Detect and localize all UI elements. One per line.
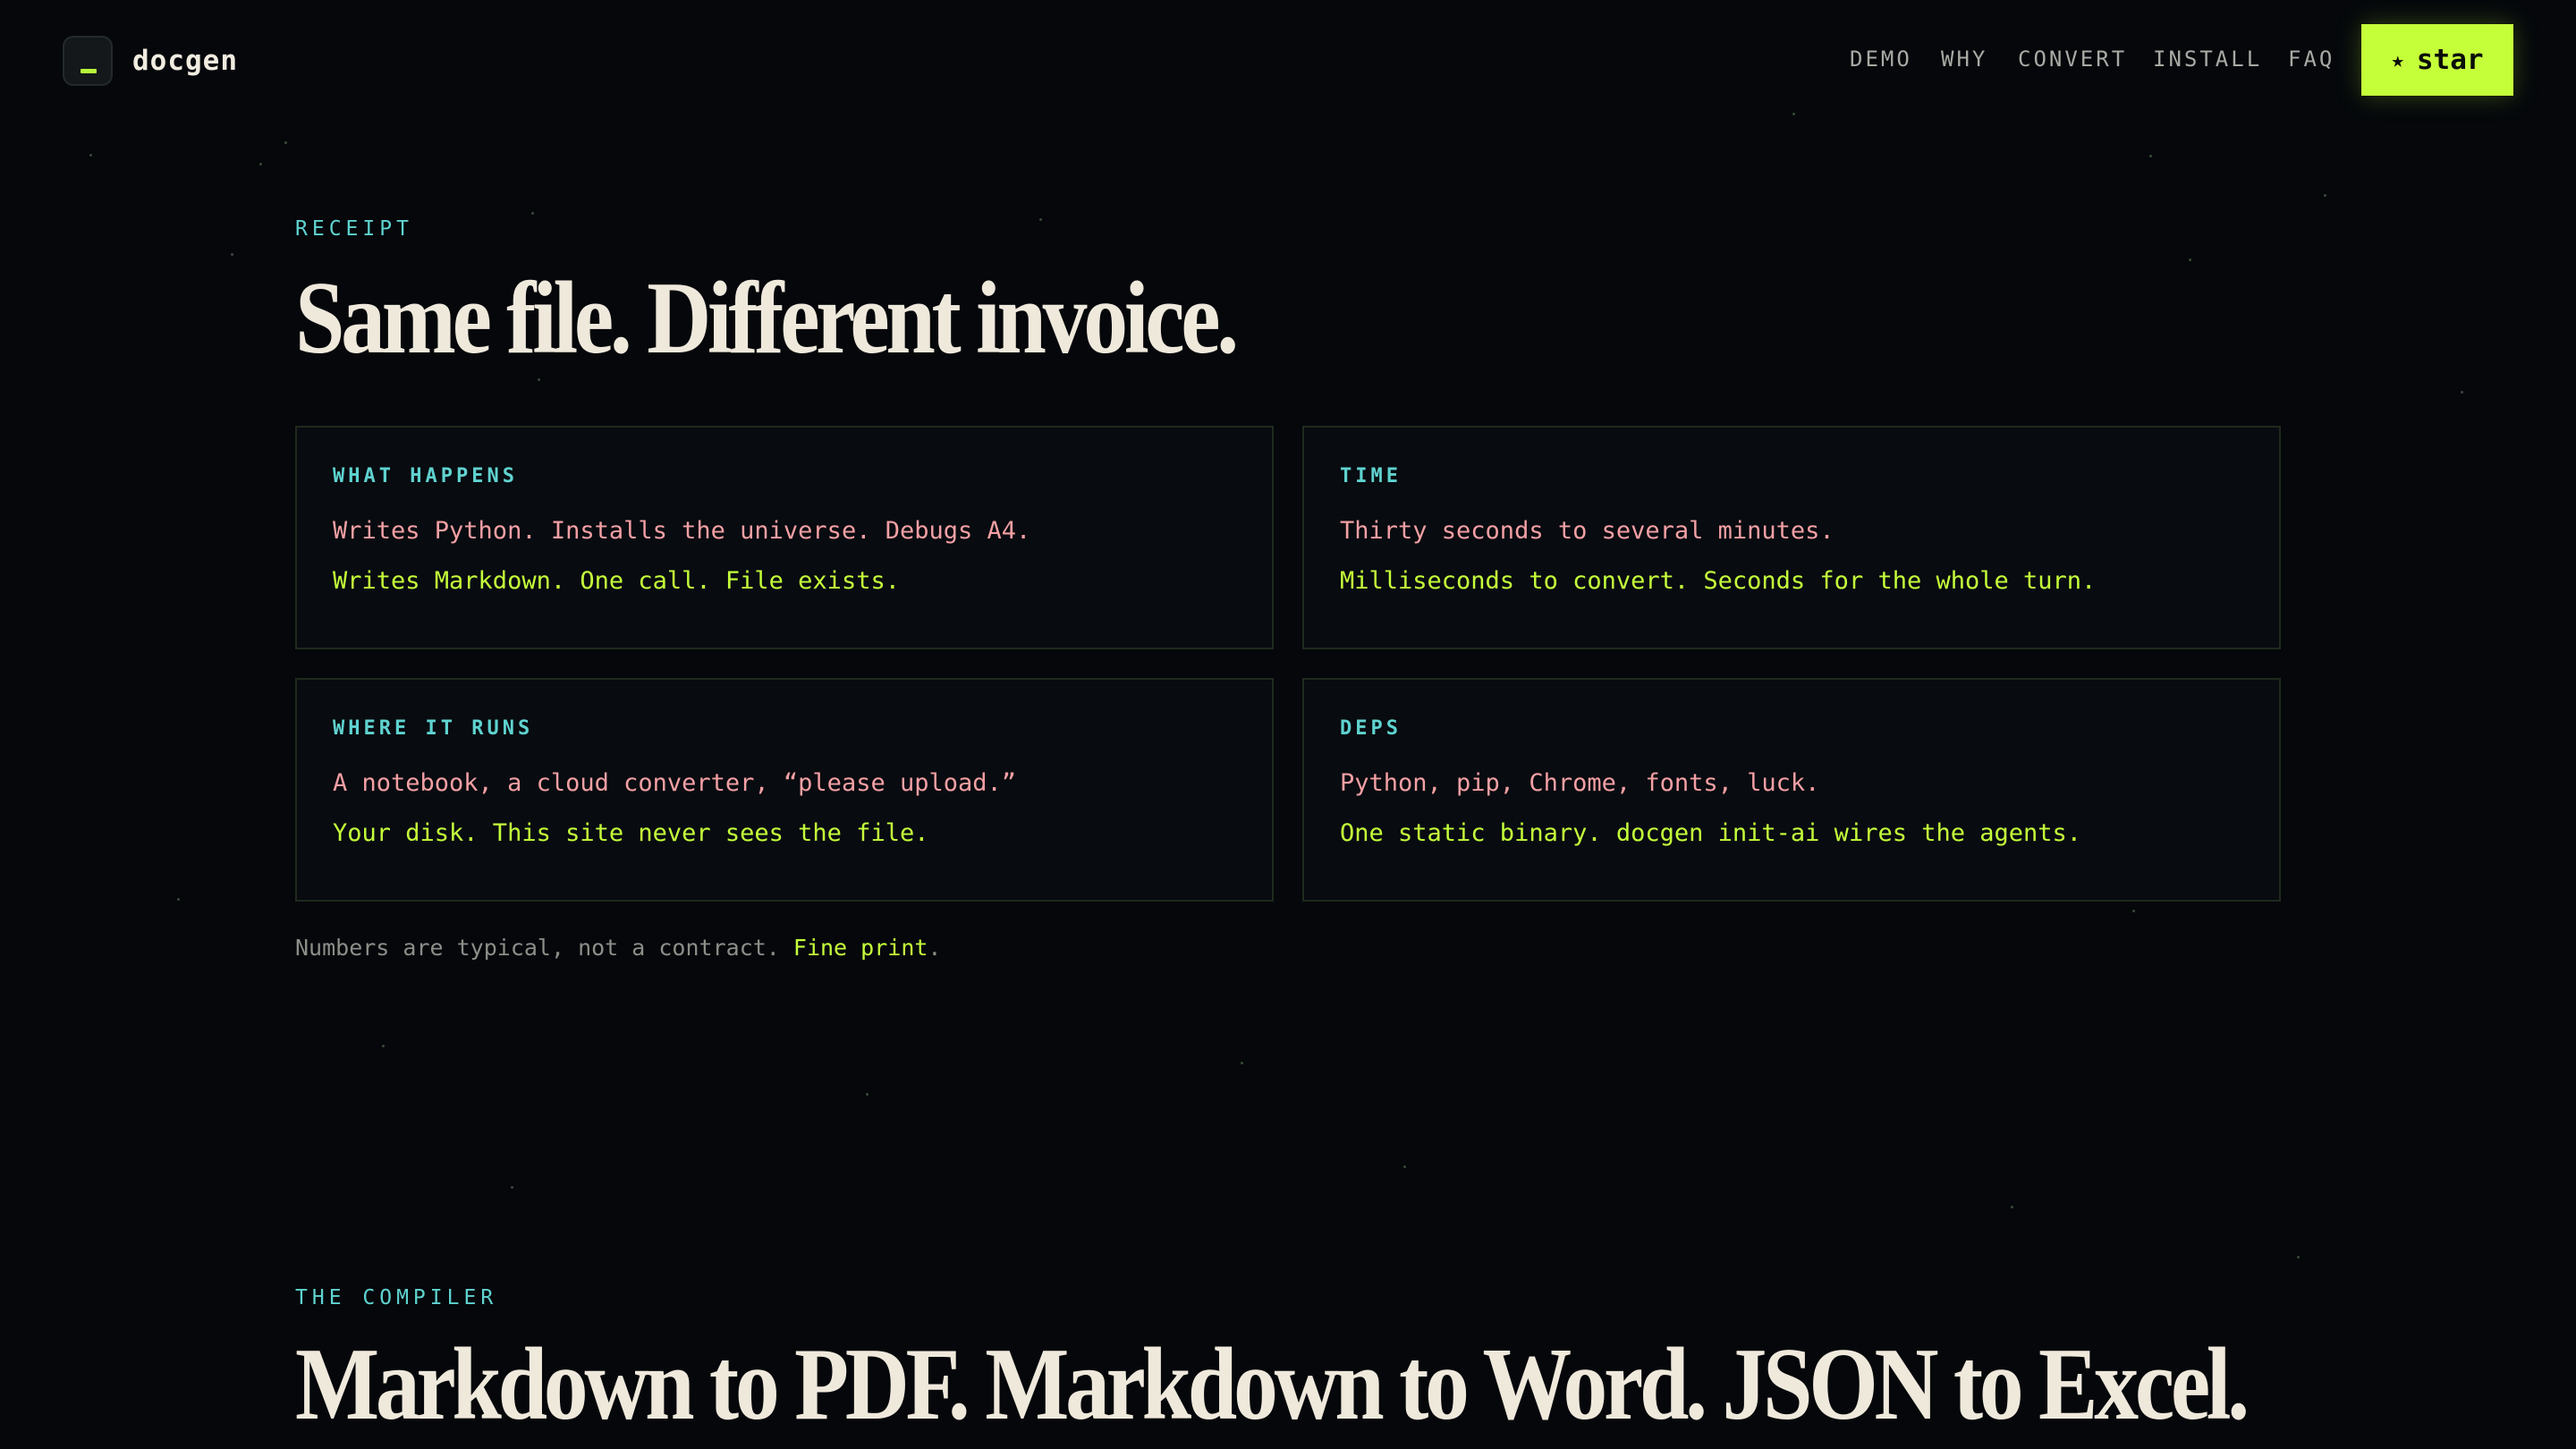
card-new-text: Your disk. This site never sees the file… xyxy=(333,819,929,847)
brand-logo[interactable]: docgen xyxy=(63,36,238,86)
compiler-title: Markdown to PDF. Markdown to Word. JSON … xyxy=(295,1327,2250,1442)
fine-print-link[interactable]: Fine print xyxy=(793,935,928,961)
star-button[interactable]: ★ star xyxy=(2361,24,2513,96)
fineprint-end: . xyxy=(928,935,942,961)
receipt-eyebrow: RECEIPT xyxy=(295,217,413,241)
fineprint-note: Numbers are typical, not a contract. Fin… xyxy=(295,935,941,961)
compiler-eyebrow: THE COMPILER xyxy=(295,1286,498,1309)
star-button-label: star xyxy=(2416,44,2484,76)
card-old-text: A notebook, a cloud converter, “please u… xyxy=(333,769,1017,797)
nav-link-why[interactable]: WHY xyxy=(1941,47,1987,72)
nav-link-convert[interactable]: CONVERT xyxy=(2018,47,2127,72)
card-label: WHERE IT RUNS xyxy=(333,717,534,740)
card-old-text: Writes Python. Installs the universe. De… xyxy=(333,517,1031,545)
nav-link-demo[interactable]: DEMO xyxy=(1850,47,1912,72)
terminal-cursor-icon xyxy=(63,36,113,86)
star-icon: ★ xyxy=(2391,47,2404,72)
card-what-happens: WHAT HAPPENS Writes Python. Installs the… xyxy=(295,426,1274,649)
card-old-text: Thirty seconds to several minutes. xyxy=(1340,517,1835,545)
receipt-title: Same file. Different invoice. xyxy=(295,261,1239,376)
card-time: TIME Thirty seconds to several minutes. … xyxy=(1302,426,2281,649)
card-label: WHAT HAPPENS xyxy=(333,465,518,487)
brand-name: docgen xyxy=(132,45,238,77)
nav-link-faq[interactable]: FAQ xyxy=(2288,47,2334,72)
card-new-text: Milliseconds to convert. Seconds for the… xyxy=(1340,567,2097,595)
card-label: TIME xyxy=(1340,465,1402,487)
top-nav: docgen DEMO WHY CONVERT INSTALL FAQ ★ st… xyxy=(0,0,2576,122)
card-old-text: Python, pip, Chrome, fonts, luck. xyxy=(1340,769,1820,797)
card-new-text: Writes Markdown. One call. File exists. xyxy=(333,567,900,595)
card-where-it-runs: WHERE IT RUNS A notebook, a cloud conver… xyxy=(295,678,1274,902)
card-new-text: One static binary. docgen init-ai wires … xyxy=(1340,819,2082,847)
nav-link-install[interactable]: INSTALL xyxy=(2153,47,2262,72)
fineprint-text: Numbers are typical, not a contract. xyxy=(295,935,793,961)
card-label: DEPS xyxy=(1340,717,1402,740)
card-deps: DEPS Python, pip, Chrome, fonts, luck. O… xyxy=(1302,678,2281,902)
